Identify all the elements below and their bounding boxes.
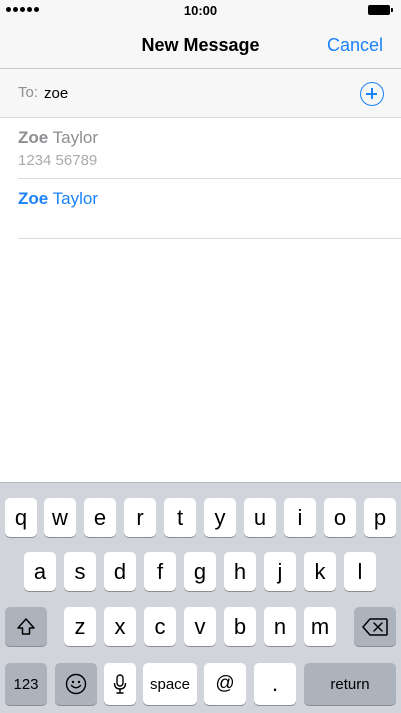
key-d[interactable]: d bbox=[104, 552, 136, 591]
key-j[interactable]: j bbox=[264, 552, 296, 591]
key-r[interactable]: r bbox=[124, 498, 156, 537]
key-p[interactable]: p bbox=[364, 498, 396, 537]
key-s[interactable]: s bbox=[64, 552, 96, 591]
recipient-row: To: bbox=[0, 69, 401, 118]
key-w[interactable]: w bbox=[44, 498, 76, 537]
suggestion-name-match: Zoe bbox=[18, 189, 49, 208]
at-key[interactable]: @ bbox=[204, 663, 246, 705]
contact-suggestion[interactable]: Zoe Taylor bbox=[18, 179, 401, 239]
status-bar: 10:00 bbox=[0, 0, 401, 20]
key-n[interactable]: n bbox=[264, 607, 296, 646]
key-q[interactable]: q bbox=[5, 498, 37, 537]
dictation-key[interactable] bbox=[104, 663, 136, 705]
suggestion-name-rest: Taylor bbox=[48, 189, 98, 208]
key-g[interactable]: g bbox=[184, 552, 216, 591]
space-key[interactable]: space bbox=[143, 663, 197, 705]
period-key[interactable]: . bbox=[254, 663, 296, 705]
key-m[interactable]: m bbox=[304, 607, 336, 646]
key-f[interactable]: f bbox=[144, 552, 176, 591]
key-a[interactable]: a bbox=[24, 552, 56, 591]
key-h[interactable]: h bbox=[224, 552, 256, 591]
status-time: 10:00 bbox=[183, 3, 218, 18]
backspace-icon bbox=[362, 617, 388, 636]
shift-key[interactable] bbox=[5, 607, 47, 646]
key-x[interactable]: x bbox=[104, 607, 136, 646]
numbers-key[interactable]: 123 bbox=[5, 663, 47, 705]
suggestion-name-match: Zoe bbox=[18, 128, 49, 147]
suggestion-phone-number: 1234 56789 bbox=[18, 152, 98, 169]
key-b[interactable]: b bbox=[224, 607, 256, 646]
key-u[interactable]: u bbox=[244, 498, 276, 537]
key-t[interactable]: t bbox=[164, 498, 196, 537]
key-z[interactable]: z bbox=[64, 607, 96, 646]
contact-suggestion-phone[interactable]: Zoe Taylor 1234 56789 bbox=[18, 118, 401, 179]
key-o[interactable]: o bbox=[324, 498, 356, 537]
cancel-button[interactable]: Cancel bbox=[327, 35, 383, 56]
key-l[interactable]: l bbox=[344, 552, 376, 591]
smiley-icon bbox=[65, 673, 87, 695]
suggestion-name: Zoe Taylor bbox=[18, 189, 98, 209]
shift-arrow-icon bbox=[17, 617, 35, 635]
to-label: To: bbox=[18, 84, 39, 101]
add-contact-plus-icon[interactable] bbox=[360, 82, 384, 106]
navigation-bar: New Message Cancel bbox=[0, 20, 401, 69]
return-key[interactable]: return bbox=[304, 663, 396, 705]
key-k[interactable]: k bbox=[304, 552, 336, 591]
delete-key[interactable] bbox=[354, 607, 396, 646]
microphone-icon bbox=[113, 674, 127, 694]
battery-icon bbox=[368, 5, 393, 15]
key-y[interactable]: y bbox=[204, 498, 236, 537]
keyboard: q w e r t y u i o p a s d f g h j k l z … bbox=[0, 482, 401, 713]
suggestion-name-rest: Taylor bbox=[48, 128, 98, 147]
recipient-input[interactable] bbox=[44, 82, 334, 104]
key-c[interactable]: c bbox=[144, 607, 176, 646]
key-v[interactable]: v bbox=[184, 607, 216, 646]
emoji-key[interactable] bbox=[55, 663, 97, 705]
key-i[interactable]: i bbox=[284, 498, 316, 537]
suggestion-name: Zoe Taylor bbox=[18, 128, 98, 148]
key-e[interactable]: e bbox=[84, 498, 116, 537]
